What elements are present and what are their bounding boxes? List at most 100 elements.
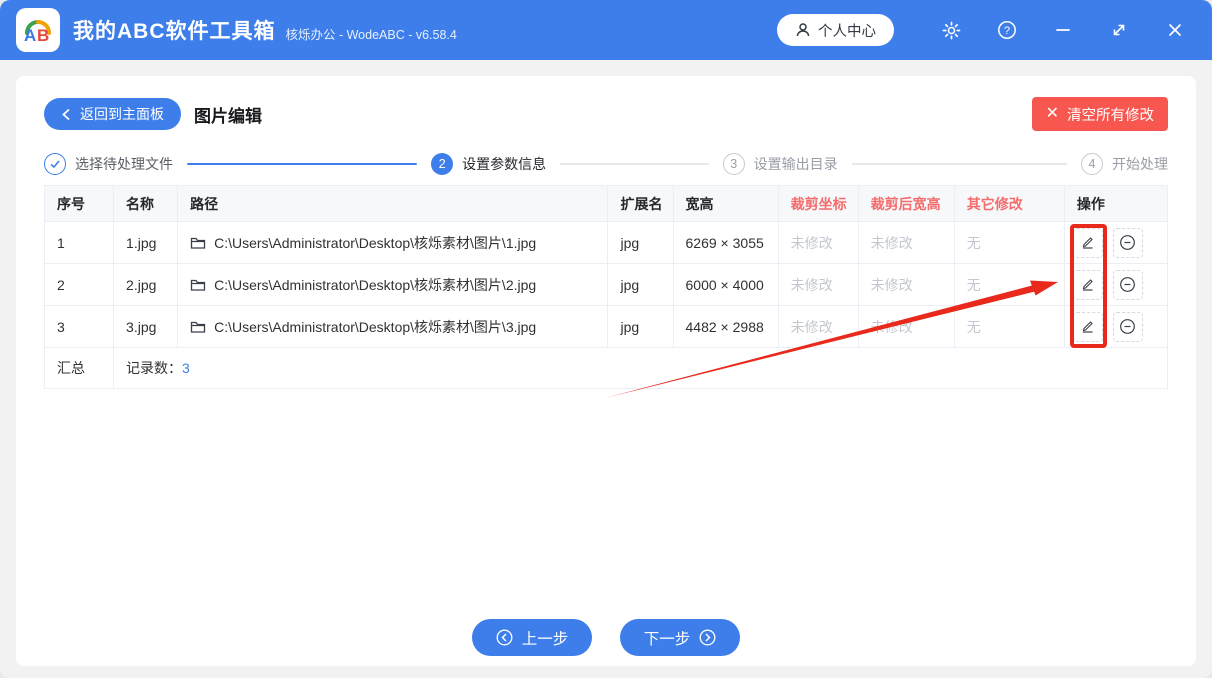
page-title: 图片编辑 xyxy=(194,102,262,127)
person-icon xyxy=(795,22,811,38)
minimize-button[interactable] xyxy=(1046,13,1080,47)
edit-row-button[interactable] xyxy=(1073,270,1103,300)
maximize-button[interactable] xyxy=(1102,13,1136,47)
file-table: 序号 名称 路径 扩展名 宽高 裁剪坐标 裁剪后宽高 其它修改 操作 1 1.j xyxy=(44,185,1168,389)
cell-crop-coords: 未修改 xyxy=(778,222,858,264)
table-row: 2 2.jpg C:\Users\Administrator\Desktop\核… xyxy=(45,264,1168,306)
folder-icon xyxy=(190,236,206,250)
cell-cropped-size: 未修改 xyxy=(858,222,954,264)
circle-chevron-right-icon xyxy=(699,629,716,646)
step-label: 设置输出目录 xyxy=(754,154,838,174)
step-number: 4 xyxy=(1081,153,1103,175)
folder-icon xyxy=(190,320,206,334)
cell-ext: jpg xyxy=(608,222,673,264)
main-card: 返回到主面板 图片编辑 ✕ 清空所有修改 选择待处理文件 xyxy=(16,76,1196,666)
cell-crop-coords: 未修改 xyxy=(778,306,858,348)
step-connector xyxy=(852,163,1067,165)
remove-row-button[interactable] xyxy=(1113,270,1143,300)
next-step-button[interactable]: 下一步 xyxy=(620,619,740,656)
edit-row-button[interactable] xyxy=(1073,312,1103,342)
cell-dimensions: 6269 × 3055 xyxy=(673,222,778,264)
cell-actions xyxy=(1064,222,1167,264)
step-label: 开始处理 xyxy=(1112,154,1168,174)
toolbar: 返回到主面板 图片编辑 ✕ 清空所有修改 xyxy=(44,97,1168,131)
user-center-button[interactable]: 个人中心 xyxy=(777,14,894,46)
next-step-label: 下一步 xyxy=(644,627,691,649)
cell-cropped-size: 未修改 xyxy=(858,306,954,348)
cell-crop-coords: 未修改 xyxy=(778,264,858,306)
cell-name: 2.jpg xyxy=(114,264,178,306)
prev-step-button[interactable]: 上一步 xyxy=(472,619,592,656)
gear-icon xyxy=(942,21,961,40)
remove-row-button[interactable] xyxy=(1113,228,1143,258)
col-actions: 操作 xyxy=(1064,186,1167,222)
remove-row-button[interactable] xyxy=(1113,312,1143,342)
edit-row-button[interactable] xyxy=(1073,228,1103,258)
cell-name: 3.jpg xyxy=(114,306,178,348)
svg-text:B: B xyxy=(37,26,49,45)
close-button[interactable] xyxy=(1158,13,1192,47)
pencil-icon xyxy=(1080,277,1095,292)
title-bar: A B 我的ABC软件工具箱 核烁办公 - WodeABC - v6.58.4 … xyxy=(0,0,1212,60)
minus-circle-icon xyxy=(1119,318,1136,335)
circle-chevron-left-icon xyxy=(496,629,513,646)
col-name: 名称 xyxy=(114,186,178,222)
cell-cropped-size: 未修改 xyxy=(858,264,954,306)
help-icon: ? xyxy=(997,20,1017,40)
x-icon: ✕ xyxy=(1046,106,1059,122)
step-connector xyxy=(187,163,417,165)
col-index: 序号 xyxy=(45,186,114,222)
step-number: 3 xyxy=(723,153,745,175)
cell-actions xyxy=(1064,306,1167,348)
table-header-row: 序号 名称 路径 扩展名 宽高 裁剪坐标 裁剪后宽高 其它修改 操作 xyxy=(45,186,1168,222)
step-indicator: 选择待处理文件 2 设置参数信息 3 设置输出目录 4 开始处理 xyxy=(44,153,1168,175)
minus-circle-icon xyxy=(1119,276,1136,293)
back-button-label: 返回到主面板 xyxy=(80,104,164,124)
cell-actions xyxy=(1064,264,1167,306)
app-subtitle: 核烁办公 - WodeABC - v6.58.4 xyxy=(286,24,457,43)
step-check-icon xyxy=(44,153,66,175)
cell-ext: jpg xyxy=(608,306,673,348)
cell-path: C:\Users\Administrator\Desktop\核烁素材\图片\3… xyxy=(178,306,608,348)
step-start-processing: 4 开始处理 xyxy=(1081,153,1168,175)
minimize-icon xyxy=(1054,21,1072,39)
app-logo-icon: A B xyxy=(20,12,56,48)
cell-other-edits: 无 xyxy=(954,306,1064,348)
step-label: 选择待处理文件 xyxy=(75,154,173,174)
summary-label: 汇总 xyxy=(45,348,114,389)
cell-index: 2 xyxy=(45,264,114,306)
clear-all-edits-button[interactable]: ✕ 清空所有修改 xyxy=(1032,97,1168,131)
maximize-icon xyxy=(1110,21,1128,39)
col-other-edits: 其它修改 xyxy=(954,186,1064,222)
cell-index: 3 xyxy=(45,306,114,348)
pencil-icon xyxy=(1080,235,1095,250)
step-set-output-dir: 3 设置输出目录 xyxy=(723,153,838,175)
back-to-dashboard-button[interactable]: 返回到主面板 xyxy=(44,98,181,130)
record-count: 3 xyxy=(182,360,190,376)
prev-step-label: 上一步 xyxy=(522,627,569,649)
cell-path: C:\Users\Administrator\Desktop\核烁素材\图片\1… xyxy=(178,222,608,264)
summary-row: 汇总 记录数：3 xyxy=(45,348,1168,389)
app-title: 我的ABC软件工具箱 xyxy=(73,15,276,45)
app-logo: A B xyxy=(16,8,60,52)
help-button[interactable]: ? xyxy=(990,13,1024,47)
settings-button[interactable] xyxy=(934,13,968,47)
cell-other-edits: 无 xyxy=(954,264,1064,306)
cell-dimensions: 4482 × 2988 xyxy=(673,306,778,348)
folder-icon xyxy=(190,278,206,292)
cell-index: 1 xyxy=(45,222,114,264)
app-window: A B 我的ABC软件工具箱 核烁办公 - WodeABC - v6.58.4 … xyxy=(0,0,1212,678)
table-row: 1 1.jpg C:\Users\Administrator\Desktop\核… xyxy=(45,222,1168,264)
svg-text:?: ? xyxy=(1004,25,1010,37)
step-label: 设置参数信息 xyxy=(462,154,546,174)
col-ext: 扩展名 xyxy=(608,186,673,222)
chevron-left-icon xyxy=(61,108,72,121)
svg-text:A: A xyxy=(24,26,36,45)
cell-dimensions: 6000 × 4000 xyxy=(673,264,778,306)
cell-other-edits: 无 xyxy=(954,222,1064,264)
col-dimensions: 宽高 xyxy=(673,186,778,222)
step-set-parameters: 2 设置参数信息 xyxy=(431,153,546,175)
wizard-nav: 上一步 下一步 xyxy=(44,619,1168,656)
user-center-label: 个人中心 xyxy=(818,20,876,41)
step-connector xyxy=(560,163,709,165)
